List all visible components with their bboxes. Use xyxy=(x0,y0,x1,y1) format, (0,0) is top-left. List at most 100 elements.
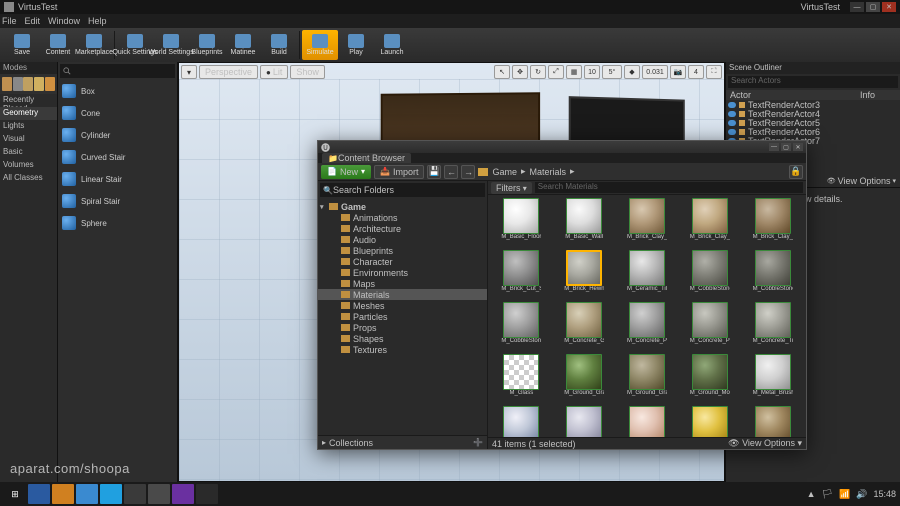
foliage-mode-icon[interactable] xyxy=(34,77,44,91)
filters-button[interactable]: Filters ▾ xyxy=(491,182,532,194)
placeable-sphere[interactable]: Sphere xyxy=(58,212,177,234)
placeable-box[interactable]: Box xyxy=(58,80,177,102)
camera-speed-value[interactable]: 4 xyxy=(688,65,704,79)
cb-view-options[interactable]: 👁 View Options ▾ xyxy=(728,438,802,449)
asset-item[interactable]: M_Brick_Clay_New xyxy=(679,198,740,248)
asset-item[interactable]: M_Metal_Ru xyxy=(742,406,803,437)
toolbar-simulate[interactable]: Simulate xyxy=(302,30,338,60)
tray-volume-icon[interactable]: 🔊 xyxy=(856,489,867,500)
visibility-icon[interactable] xyxy=(728,111,736,117)
taskbar-app-7[interactable] xyxy=(172,484,194,504)
visibility-icon[interactable] xyxy=(728,102,736,108)
tray-show-hidden-icon[interactable]: ▲ xyxy=(807,489,816,499)
scale-snap-icon[interactable]: ◆ xyxy=(624,65,640,79)
breadcrumb-game[interactable]: Game xyxy=(492,167,517,177)
asset-item[interactable]: M_Ground_Gravel xyxy=(617,354,678,404)
place-mode-icon[interactable] xyxy=(2,77,12,91)
tree-item-meshes[interactable]: Meshes xyxy=(318,300,487,311)
nav-back-button[interactable]: ← xyxy=(444,165,458,179)
cb-minimize-button[interactable]: — xyxy=(769,143,779,151)
asset-item[interactable]: M_Metal_Go xyxy=(679,406,740,437)
asset-item[interactable]: M_Brick_Hewn_Stone xyxy=(554,250,615,300)
placeable-cone[interactable]: Cone xyxy=(58,102,177,124)
category-basic[interactable]: Basic xyxy=(0,146,57,159)
placeable-spiral-stair[interactable]: Spiral Stair xyxy=(58,190,177,212)
toolbar-marketplace[interactable]: Marketplace xyxy=(76,30,112,60)
tree-item-character[interactable]: Character xyxy=(318,256,487,267)
category-visual[interactable]: Visual xyxy=(0,133,57,146)
asset-item[interactable]: M_Metal_Bu xyxy=(491,406,552,437)
asset-item[interactable]: M_Metal_Ch xyxy=(554,406,615,437)
collections-header[interactable]: ▸ Collections➕ xyxy=(318,435,487,449)
toolbar-launch[interactable]: Launch xyxy=(374,30,410,60)
asset-item[interactable]: M_Concrete_Poured xyxy=(679,302,740,352)
taskbar-app-5[interactable] xyxy=(124,484,146,504)
taskbar-app-2[interactable] xyxy=(52,484,74,504)
menu-help[interactable]: Help xyxy=(88,16,107,26)
cb-lock-icon[interactable]: 🔒 xyxy=(789,165,803,179)
place-search[interactable] xyxy=(60,64,175,78)
breadcrumb-materials[interactable]: Materials xyxy=(530,167,567,177)
angle-snap-value[interactable]: 5° xyxy=(602,65,622,79)
category-recently-placed[interactable]: Recently Placed xyxy=(0,94,57,107)
asset-item[interactable]: M_Brick_Clay_Old xyxy=(742,198,803,248)
minimize-button[interactable]: — xyxy=(850,2,864,12)
tree-item-game[interactable]: ▾Game xyxy=(318,201,487,212)
viewport-maximize-icon[interactable]: ⛶ xyxy=(706,65,722,79)
asset-item[interactable]: M_Ground_Grass xyxy=(554,354,615,404)
taskbar-app-8[interactable] xyxy=(196,484,218,504)
tree-item-audio[interactable]: Audio xyxy=(318,234,487,245)
outliner-col-actor[interactable]: Actor xyxy=(726,90,860,100)
taskbar-app-1[interactable] xyxy=(28,484,50,504)
scale-snap-value[interactable]: 0.031 xyxy=(642,65,668,79)
asset-item[interactable]: M_Brick_Clay_Beveled xyxy=(617,198,678,248)
import-button[interactable]: 📥 Import xyxy=(374,165,424,179)
translate-tool-icon[interactable]: ✥ xyxy=(512,65,528,79)
save-all-button[interactable]: 💾 xyxy=(427,165,441,179)
tray-network-icon[interactable]: 📶 xyxy=(839,489,850,500)
toolbar-world-settings[interactable]: World Settings xyxy=(153,30,189,60)
asset-item[interactable]: M_Ceramic_Tile_Check xyxy=(617,250,678,300)
asset-item[interactable]: M_CobbleStone_Rough xyxy=(742,250,803,300)
placeable-curved-stair[interactable]: Curved Stair xyxy=(58,146,177,168)
content-browser-titlebar[interactable]: 🅤 — ▢ ✕ xyxy=(318,141,806,153)
maximize-button[interactable]: ▢ xyxy=(866,2,880,12)
grid-snap-value[interactable]: 10 xyxy=(584,65,600,79)
asset-search[interactable]: Search Materials xyxy=(535,182,803,193)
clock[interactable]: 15:48 xyxy=(873,489,896,499)
camera-speed-icon[interactable]: 📷 xyxy=(670,65,686,79)
taskbar-app-3[interactable] xyxy=(76,484,98,504)
asset-item[interactable]: M_CobbleStone_Smooth xyxy=(491,302,552,352)
grid-snap-icon[interactable]: ▦ xyxy=(566,65,582,79)
tree-item-architecture[interactable]: Architecture xyxy=(318,223,487,234)
visibility-icon[interactable] xyxy=(728,120,736,126)
tree-item-blueprints[interactable]: Blueprints xyxy=(318,245,487,256)
viewport-lit-button[interactable]: ● Lit xyxy=(260,65,288,79)
tree-item-materials[interactable]: Materials xyxy=(318,289,487,300)
viewport-perspective-button[interactable]: Perspective xyxy=(199,65,258,79)
close-button[interactable]: ✕ xyxy=(882,2,896,12)
toolbar-blueprints[interactable]: Blueprints xyxy=(189,30,225,60)
rotate-tool-icon[interactable]: ↻ xyxy=(530,65,546,79)
tree-item-environments[interactable]: Environments xyxy=(318,267,487,278)
start-button[interactable]: ⊞ xyxy=(4,484,26,504)
tree-item-maps[interactable]: Maps xyxy=(318,278,487,289)
tree-item-particles[interactable]: Particles xyxy=(318,311,487,322)
toolbar-save[interactable]: Save xyxy=(4,30,40,60)
toolbar-play[interactable]: Play xyxy=(338,30,374,60)
toolbar-matinee[interactable]: Matinee xyxy=(225,30,261,60)
folder-search[interactable]: 🔍 Search Folders xyxy=(320,183,485,197)
outliner-search[interactable]: Search Actors xyxy=(728,76,898,88)
cb-close-button[interactable]: ✕ xyxy=(793,143,803,151)
nav-forward-button[interactable]: → xyxy=(461,165,475,179)
menu-file[interactable]: File xyxy=(2,16,17,26)
asset-item[interactable]: M_Glass xyxy=(491,354,552,404)
scale-tool-icon[interactable]: ⤢ xyxy=(548,65,564,79)
asset-item[interactable]: M_Concrete_Tiles xyxy=(742,302,803,352)
toolbar-content[interactable]: Content xyxy=(40,30,76,60)
placeable-linear-stair[interactable]: Linear Stair xyxy=(58,168,177,190)
tree-item-textures[interactable]: Textures xyxy=(318,344,487,355)
category-volumes[interactable]: Volumes xyxy=(0,159,57,172)
asset-item[interactable]: M_Basic_Floor xyxy=(491,198,552,248)
tree-item-shapes[interactable]: Shapes xyxy=(318,333,487,344)
